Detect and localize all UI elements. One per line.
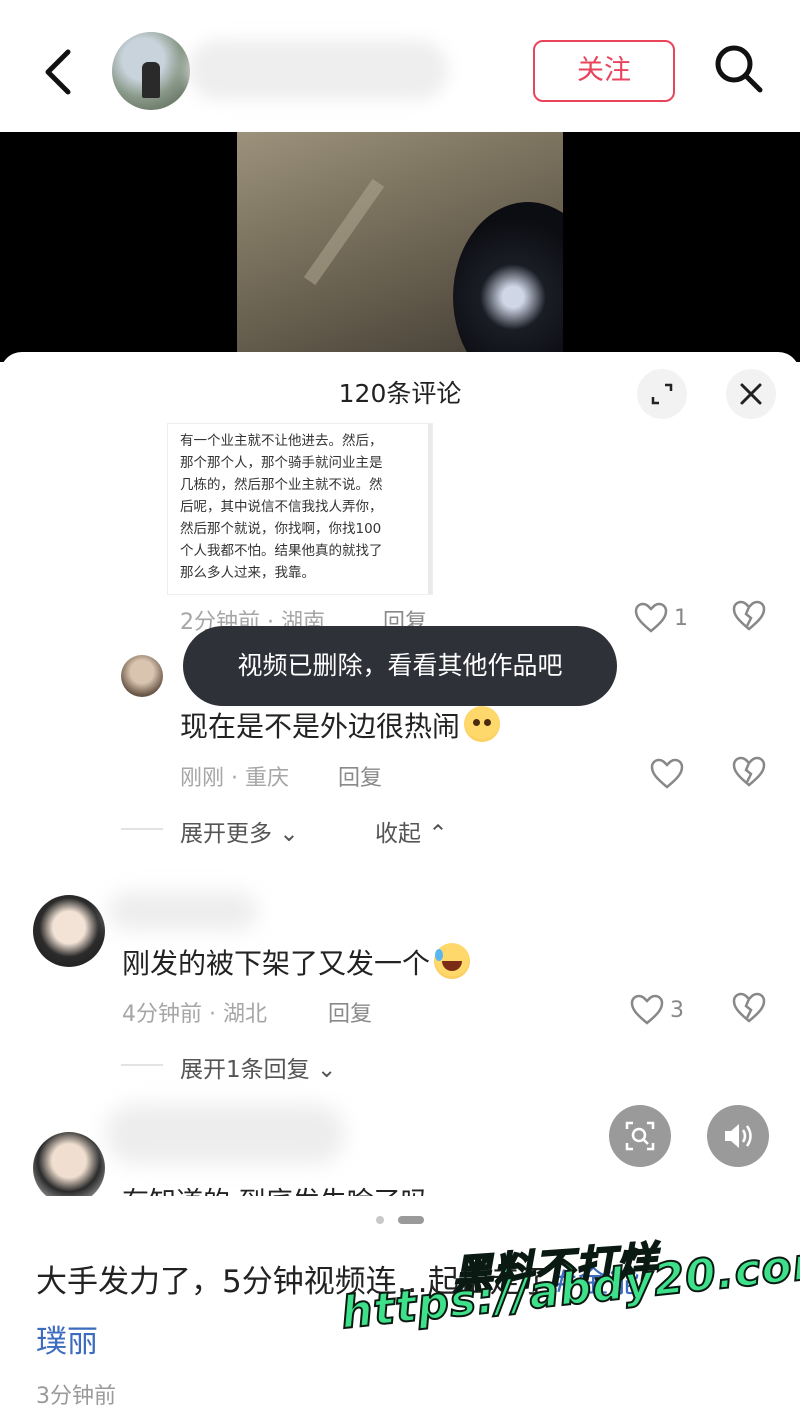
- top-bar: 关注: [0, 0, 800, 132]
- scan-button[interactable]: [609, 1105, 671, 1167]
- video-player[interactable]: [0, 132, 800, 362]
- close-sheet-button[interactable]: [726, 369, 776, 419]
- broken-heart-icon: [732, 992, 766, 1023]
- comment-image-text: 有一个业主就不让他进去。然后， 那个那个人，那个骑手就问业主是 几栋的，然后那个…: [180, 433, 383, 581]
- comment-text: 刚发的被下架了又发一个: [122, 942, 471, 982]
- dislike-button[interactable]: [732, 756, 768, 792]
- post-timestamp: 3分钟前: [36, 1384, 116, 1409]
- hashtag-link[interactable]: 璞丽: [36, 1324, 98, 1360]
- follow-button[interactable]: 关注: [533, 40, 675, 102]
- heart-icon: [650, 758, 684, 789]
- dislike-button[interactable]: [732, 992, 768, 1028]
- expand-more-button[interactable]: 展开更多 ⌄: [180, 814, 299, 848]
- dislike-button[interactable]: [732, 600, 768, 636]
- chevron-up-icon: ⌃: [428, 821, 448, 847]
- author-name-blurred: [188, 40, 448, 100]
- search-button[interactable]: [710, 40, 766, 96]
- author-avatar[interactable]: [112, 32, 190, 110]
- comment-image[interactable]: 有一个业主就不让他进去。然后， 那个那个人，那个骑手就问业主是 几栋的，然后那个…: [168, 424, 432, 594]
- like-count: 3: [670, 997, 684, 1023]
- scan-search-icon: [625, 1121, 655, 1151]
- like-button[interactable]: [650, 754, 720, 794]
- broken-heart-icon: [732, 600, 766, 631]
- toast-message: 视频已删除，看看其他作品吧: [183, 626, 617, 706]
- tears-of-joy-emoji-icon: [434, 943, 471, 979]
- heart-icon: [630, 994, 664, 1025]
- comment-meta: 刚刚 · 重庆: [180, 766, 289, 791]
- speaker-icon: [725, 1124, 752, 1148]
- search-icon: [715, 45, 763, 93]
- like-button[interactable]: 1: [634, 598, 704, 638]
- page-indicator: [376, 1216, 424, 1224]
- flushed-emoji-icon: [464, 706, 501, 742]
- expand-sheet-button[interactable]: [637, 369, 687, 419]
- like-count: 1: [674, 605, 688, 631]
- reply-button[interactable]: 回复: [338, 760, 382, 792]
- volume-button[interactable]: [707, 1105, 769, 1167]
- comments-sheet: 120条评论 有一个业主就不让他进去。然后， 那个那个人，那个骑手就问业主是 几…: [0, 352, 800, 1200]
- like-button[interactable]: 3: [630, 990, 700, 1030]
- avatar[interactable]: [121, 655, 163, 697]
- avatar[interactable]: [33, 1132, 105, 1200]
- chevron-left-icon: [45, 49, 71, 95]
- collapse-button[interactable]: 收起 ⌃: [375, 814, 448, 848]
- expand-replies-button[interactable]: 展开1条回复 ⌄: [180, 1050, 336, 1084]
- reply-button[interactable]: 回复: [328, 996, 372, 1028]
- back-button[interactable]: [36, 44, 84, 100]
- close-icon: [740, 383, 762, 405]
- username-blurred: [105, 1104, 345, 1164]
- divider: [121, 828, 163, 830]
- chevron-down-icon: ⌄: [279, 821, 299, 847]
- expand-icon: [651, 383, 673, 405]
- divider: [121, 1064, 163, 1066]
- avatar[interactable]: [33, 895, 105, 967]
- video-frame: [237, 132, 563, 362]
- comment-meta: 4分钟前 · 湖北: [122, 1002, 267, 1027]
- broken-heart-icon: [732, 756, 766, 787]
- heart-icon: [634, 602, 668, 633]
- comment-text: 现在是不是外边很热闹: [180, 705, 501, 745]
- chevron-down-icon: ⌄: [316, 1057, 337, 1083]
- username-blurred: [108, 892, 258, 930]
